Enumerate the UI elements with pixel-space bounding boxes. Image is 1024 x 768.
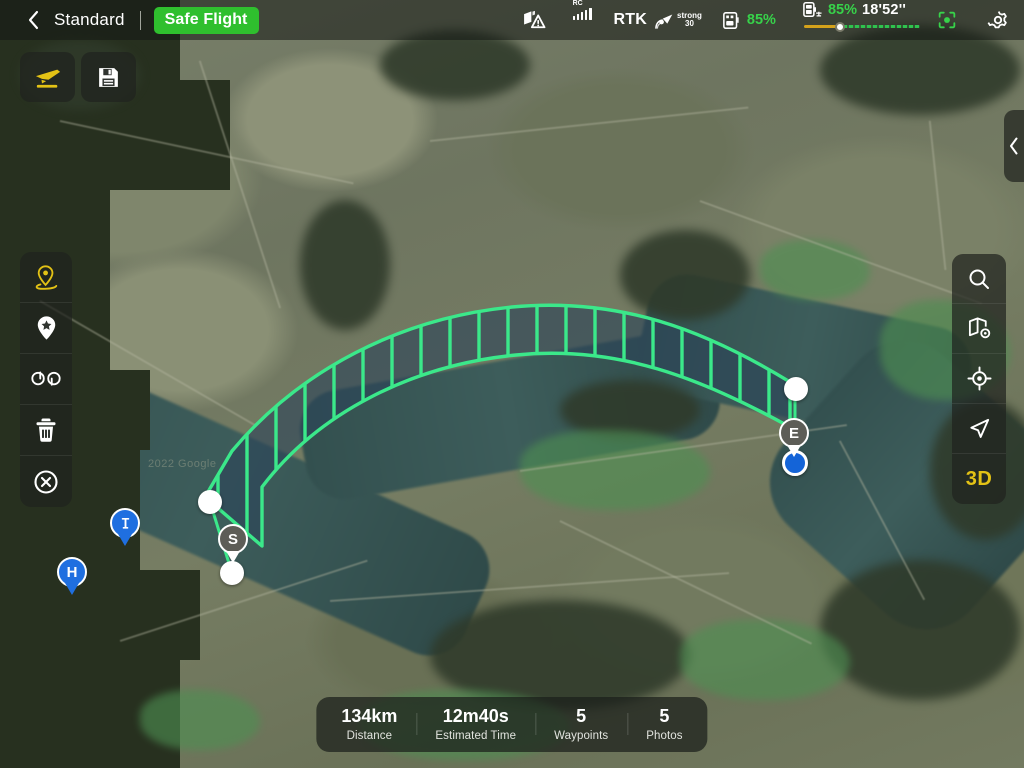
waypoint-handle-start-lower[interactable] bbox=[220, 561, 244, 585]
search-icon bbox=[969, 269, 989, 289]
poi-tool[interactable] bbox=[20, 303, 72, 354]
battery-level-slider[interactable] bbox=[803, 21, 920, 32]
crosshair-target-icon bbox=[966, 366, 992, 391]
waypoint-route-tool[interactable] bbox=[20, 252, 72, 303]
stat-label: Estimated Time bbox=[435, 730, 517, 742]
reverse-route-tool[interactable] bbox=[20, 354, 72, 405]
trash-icon bbox=[36, 418, 56, 442]
divider bbox=[139, 10, 141, 30]
focus-target-icon[interactable] bbox=[936, 0, 958, 40]
stat-label: Photos bbox=[646, 730, 683, 742]
aircraft-battery-percent: 85% bbox=[827, 1, 857, 18]
map-layers-icon bbox=[968, 317, 990, 339]
rtk-label: RTK bbox=[613, 11, 648, 28]
marker-tail bbox=[787, 445, 801, 457]
start-marker-label: S bbox=[218, 524, 248, 554]
map-view-toolbar: 3D bbox=[952, 254, 1006, 504]
gnss-indicator: strong 30 bbox=[654, 0, 702, 40]
signal-bars-icon bbox=[572, 8, 592, 20]
end-marker-label: E bbox=[779, 418, 809, 448]
controller-battery-icon bbox=[723, 11, 739, 29]
marker-tail bbox=[226, 551, 240, 563]
chevron-left-icon[interactable] bbox=[22, 9, 44, 31]
waypoint-handle-start[interactable] bbox=[198, 490, 222, 514]
stat-value: 134km bbox=[341, 706, 398, 727]
star-pin-icon bbox=[37, 316, 55, 340]
aircraft-battery-indicator: 85% 18'52'' bbox=[802, 0, 920, 40]
navigation-arrow-icon bbox=[969, 418, 989, 438]
stat-value: 12m40s bbox=[442, 706, 509, 727]
locate-aircraft-button[interactable] bbox=[952, 404, 1006, 454]
satellite-count: 30 bbox=[685, 19, 694, 28]
top-status-bar: Standard Safe Flight RC RTK strong 30 85… bbox=[0, 0, 1024, 40]
mission-summary-bar: 134km Distance 12m40s Estimated Time 5 W… bbox=[316, 697, 708, 752]
home-marker[interactable]: H bbox=[57, 557, 87, 597]
marker-tail bbox=[65, 583, 79, 595]
stat-distance: 134km Distance bbox=[322, 706, 416, 742]
flight-time: 18'52'' bbox=[861, 1, 906, 18]
mission-action-buttons bbox=[20, 52, 136, 102]
battery-reserve-segment bbox=[803, 24, 838, 29]
rc-battery-percent: 85% bbox=[746, 12, 776, 28]
battery-available-segment bbox=[842, 24, 920, 29]
battery-slider-knob[interactable] bbox=[834, 21, 845, 32]
map-edit-toolbar bbox=[20, 252, 72, 507]
stat-value: 5 bbox=[659, 706, 670, 727]
rc-label: RC bbox=[572, 0, 583, 7]
delete-tool[interactable] bbox=[20, 405, 72, 456]
stat-photos: 5 Photos bbox=[627, 706, 701, 742]
stat-label: Waypoints bbox=[554, 730, 609, 742]
aircraft-battery-icon bbox=[803, 1, 822, 18]
panel-collapse-tab[interactable] bbox=[1004, 110, 1024, 182]
search-button[interactable] bbox=[952, 254, 1006, 304]
chevron-left-icon bbox=[1010, 137, 1018, 155]
waypoint-handle-end[interactable] bbox=[784, 377, 808, 401]
route-pin-icon bbox=[35, 265, 57, 290]
satellite-dish-icon bbox=[655, 14, 673, 29]
map-canvas[interactable]: 2022 Google bbox=[0, 0, 1024, 768]
marker-tail bbox=[118, 534, 132, 546]
start-marker[interactable]: S bbox=[218, 524, 248, 564]
end-marker[interactable]: E bbox=[779, 418, 809, 458]
stat-label: Distance bbox=[346, 730, 393, 742]
rc-battery-indicator: 85% bbox=[722, 0, 776, 40]
takeoff-plane-icon bbox=[35, 69, 60, 88]
status-badge: Safe Flight bbox=[153, 6, 259, 34]
takeoff-button[interactable] bbox=[20, 52, 75, 102]
stat-estimated-time: 12m40s Estimated Time bbox=[416, 706, 535, 742]
stat-waypoints: 5 Waypoints bbox=[535, 706, 627, 742]
center-target-button[interactable] bbox=[952, 354, 1006, 404]
rtk-indicator: RTK bbox=[614, 0, 647, 40]
map-layers-button[interactable] bbox=[952, 304, 1006, 354]
view-3d-button[interactable]: 3D bbox=[952, 454, 1006, 504]
map-warning-icon bbox=[523, 0, 547, 40]
aircraft-marker[interactable] bbox=[110, 508, 140, 548]
stat-value: 5 bbox=[576, 706, 587, 727]
reverse-arrows-icon bbox=[31, 371, 61, 386]
rc-signal-indicator: RC bbox=[572, 0, 592, 40]
floppy-save-icon bbox=[99, 67, 118, 87]
save-mission-button[interactable] bbox=[81, 52, 136, 102]
close-circle-icon bbox=[34, 469, 58, 494]
clear-tool[interactable] bbox=[20, 456, 72, 507]
page-title: Standard bbox=[54, 10, 125, 29]
gear-icon[interactable] bbox=[986, 0, 1010, 40]
view-3d-label: 3D bbox=[965, 467, 993, 490]
tree-cover bbox=[0, 0, 1024, 768]
